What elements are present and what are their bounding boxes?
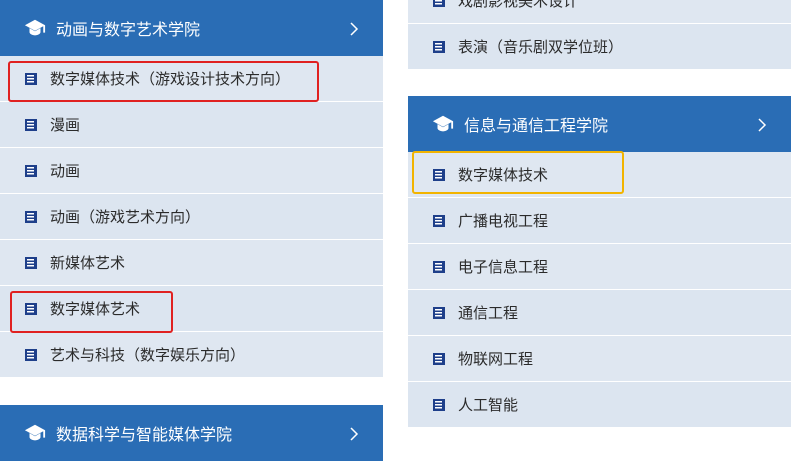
- major-item[interactable]: 漫画: [0, 102, 383, 148]
- major-label: 戏剧影视美术设计: [458, 0, 579, 10]
- major-label: 数字媒体艺术: [50, 300, 141, 318]
- major-item[interactable]: 戏剧影视美术设计: [408, 0, 791, 24]
- chevron-right-icon[interactable]: [755, 117, 769, 132]
- college-title: 数据科学与智能媒体学院: [56, 425, 233, 444]
- major-label: 电子信息工程: [458, 258, 549, 276]
- college-header-data-science[interactable]: 数据科学与智能媒体学院: [0, 405, 383, 461]
- major-item[interactable]: 数字媒体技术: [408, 152, 791, 198]
- book-icon: [432, 214, 446, 228]
- college-header-information[interactable]: 信息与通信工程学院: [408, 96, 791, 152]
- major-label: 人工智能: [458, 396, 519, 414]
- major-item[interactable]: 表演（音乐剧双学位班）: [408, 24, 791, 70]
- major-item[interactable]: 数字媒体技术（游戏设计技术方向）: [0, 56, 383, 102]
- book-icon: [432, 0, 446, 8]
- book-icon: [432, 352, 446, 366]
- book-icon: [24, 118, 38, 132]
- book-icon: [432, 168, 446, 182]
- graduation-cap-icon: [24, 17, 46, 39]
- book-icon: [24, 302, 38, 316]
- chevron-right-icon[interactable]: [347, 21, 361, 36]
- college-title: 信息与通信工程学院: [464, 116, 609, 135]
- book-icon: [24, 210, 38, 224]
- major-label: 艺术与科技（数字娱乐方向）: [50, 346, 246, 364]
- chevron-right-icon[interactable]: [347, 426, 361, 441]
- major-label: 物联网工程: [458, 350, 534, 368]
- college-card-drama: 戏剧影视美术设计 表演（音乐剧双学位班）: [408, 0, 791, 70]
- book-icon: [24, 164, 38, 178]
- book-icon: [432, 260, 446, 274]
- book-icon: [24, 256, 38, 270]
- college-header-animation[interactable]: 动画与数字艺术学院: [0, 0, 383, 56]
- major-label: 通信工程: [458, 304, 519, 322]
- book-icon: [432, 40, 446, 54]
- major-item[interactable]: 广播电视工程: [408, 198, 791, 244]
- college-card-animation: 动画与数字艺术学院 数字媒体技术（游戏设计技术方向） 漫画 动画 动画（游戏艺术…: [0, 0, 383, 378]
- major-item[interactable]: 新媒体艺术: [0, 240, 383, 286]
- major-label: 数字媒体技术（游戏设计技术方向）: [50, 70, 291, 88]
- college-card-information: 信息与通信工程学院 数字媒体技术 广播电视工程 电子信息工程 通信工程 物联网工…: [408, 96, 791, 428]
- major-item[interactable]: 电子信息工程: [408, 244, 791, 290]
- major-item[interactable]: 数字媒体艺术: [0, 286, 383, 332]
- major-label: 广播电视工程: [458, 212, 549, 230]
- college-title: 动画与数字艺术学院: [56, 20, 201, 39]
- graduation-cap-icon: [24, 422, 46, 444]
- major-label: 动画（游戏艺术方向）: [50, 208, 201, 226]
- major-item[interactable]: 人工智能: [408, 382, 791, 428]
- major-label: 动画: [50, 162, 81, 180]
- major-label: 表演（音乐剧双学位班）: [458, 38, 624, 56]
- graduation-cap-icon: [432, 113, 454, 135]
- major-item[interactable]: 艺术与科技（数字娱乐方向）: [0, 332, 383, 378]
- book-icon: [432, 398, 446, 412]
- major-item[interactable]: 物联网工程: [408, 336, 791, 382]
- major-item[interactable]: 动画: [0, 148, 383, 194]
- major-item[interactable]: 通信工程: [408, 290, 791, 336]
- book-icon: [432, 306, 446, 320]
- major-item[interactable]: 动画（游戏艺术方向）: [0, 194, 383, 240]
- major-label: 漫画: [50, 116, 81, 134]
- book-icon: [24, 72, 38, 86]
- major-label: 数字媒体技术: [458, 166, 549, 184]
- major-label: 新媒体艺术: [50, 254, 126, 272]
- book-icon: [24, 348, 38, 362]
